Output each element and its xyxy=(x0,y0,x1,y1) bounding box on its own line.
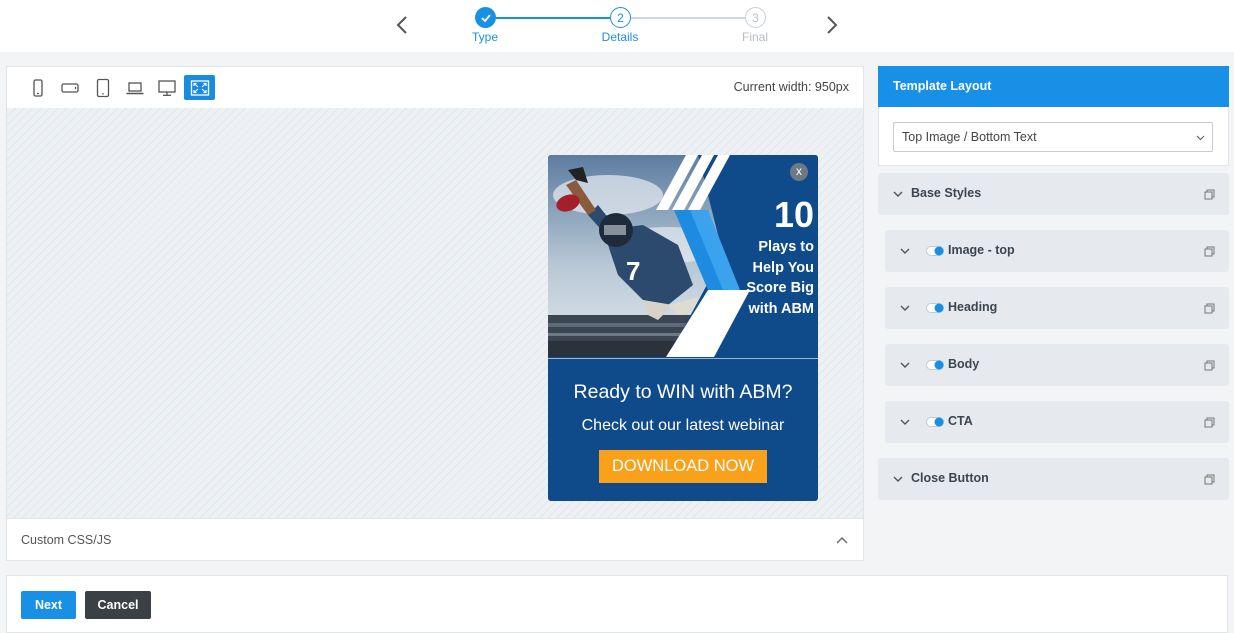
expand-icon xyxy=(190,79,209,96)
cancel-button[interactable]: Cancel xyxy=(85,591,151,619)
mobile-landscape-icon xyxy=(60,82,79,93)
device-fullscreen-button[interactable] xyxy=(184,75,215,100)
current-width-readout: Current width: 950px xyxy=(733,80,849,94)
popup-cta-button[interactable]: DOWNLOAD NOW xyxy=(599,450,767,483)
step-connector-2 xyxy=(631,17,745,19)
popup-heading: Ready to WIN with ABM? xyxy=(573,381,793,403)
image-text-line: Help You xyxy=(752,259,815,276)
section-body[interactable]: Body xyxy=(885,344,1229,386)
copy-icon[interactable] xyxy=(1204,360,1215,371)
section-label: Body xyxy=(948,357,980,371)
device-desktop-button[interactable] xyxy=(151,75,182,100)
section-close-button[interactable]: Close Button xyxy=(878,458,1229,500)
device-tablet-button[interactable] xyxy=(87,75,118,100)
copy-icon[interactable] xyxy=(1204,474,1215,485)
step-3-label: Final xyxy=(741,30,768,44)
footer-actions: Next Cancel xyxy=(6,575,1228,633)
device-mobile-landscape-button[interactable] xyxy=(54,75,85,100)
template-layout-select[interactable]: Top Image / Bottom Text xyxy=(893,122,1213,152)
device-mobile-portrait-button[interactable] xyxy=(22,75,53,100)
popup-close-button[interactable]: x xyxy=(790,163,808,181)
section-label: Base Styles xyxy=(911,186,982,200)
wizard-stepper: Type 2 Details 3 Final xyxy=(0,0,1234,52)
step-3-circle: 3 xyxy=(745,7,766,28)
section-label: Close Button xyxy=(911,471,989,485)
copy-icon[interactable] xyxy=(1204,303,1215,314)
jersey-number: 7 xyxy=(626,256,640,286)
section-heading[interactable]: Heading xyxy=(885,287,1229,329)
step-2-circle[interactable]: 2 xyxy=(610,7,631,28)
copy-icon[interactable] xyxy=(1204,417,1215,428)
next-step-button[interactable] xyxy=(822,13,842,37)
template-layout-value: Top Image / Bottom Text xyxy=(902,130,1037,144)
desktop-icon xyxy=(157,79,176,96)
image-text-line: with ABM xyxy=(748,300,814,317)
chevron-up-icon xyxy=(836,537,848,544)
preview-canvas: 7 10 Plays to Help You Score Big with AB… xyxy=(7,108,863,518)
chevron-right-icon xyxy=(827,16,838,34)
section-cta[interactable]: CTA xyxy=(885,401,1229,443)
chevron-down-icon xyxy=(1196,135,1205,141)
step-1-label[interactable]: Type xyxy=(445,30,525,44)
popup-body-text: Check out our latest webinar xyxy=(581,417,785,434)
step-connector-1 xyxy=(496,17,610,19)
chevron-down-icon xyxy=(893,476,903,482)
copy-icon[interactable] xyxy=(1204,189,1215,200)
device-laptop-button[interactable] xyxy=(119,75,150,100)
prev-step-button[interactable] xyxy=(392,13,412,37)
toggle-on-icon[interactable] xyxy=(926,246,944,256)
mobile-portrait-icon xyxy=(32,78,43,97)
popup-image-text: Plays to Help You Score Big with ABM xyxy=(724,237,814,319)
popup-image-number: 10 xyxy=(773,194,814,235)
toggle-on-icon[interactable] xyxy=(926,303,944,313)
device-toolbar: Current width: 950px xyxy=(7,67,863,108)
chevron-down-icon xyxy=(900,362,910,368)
preview-panel: Current width: 950px 7 10 Plays to Help … xyxy=(6,66,864,561)
section-label: Image - top xyxy=(948,243,1015,257)
template-layout-title: Template Layout xyxy=(878,66,1229,107)
copy-icon[interactable] xyxy=(1204,246,1215,257)
template-layout-card: Template Layout Top Image / Bottom Text xyxy=(878,66,1229,166)
section-label: CTA xyxy=(948,414,973,428)
chevron-down-icon xyxy=(893,191,903,197)
chevron-down-icon xyxy=(900,419,910,425)
section-image-top[interactable]: Image - top xyxy=(885,230,1229,272)
toggle-on-icon[interactable] xyxy=(926,360,944,370)
custom-css-js-toggle[interactable]: Custom CSS/JS xyxy=(7,518,863,560)
section-label: Heading xyxy=(948,300,998,314)
popup-body: Ready to WIN with ABM? Check out our lat… xyxy=(548,358,818,501)
popup-hero-image: 7 10 Plays to Help You Score Big with AB… xyxy=(548,155,818,357)
step-2-label[interactable]: Details xyxy=(580,30,660,44)
next-button[interactable]: Next xyxy=(21,591,76,619)
image-text-line: Score Big xyxy=(746,280,814,296)
custom-css-js-label: Custom CSS/JS xyxy=(21,533,112,547)
chevron-down-icon xyxy=(900,248,910,254)
chevron-left-icon xyxy=(396,16,407,34)
tablet-icon xyxy=(96,78,109,97)
section-base-styles[interactable]: Base Styles xyxy=(878,173,1229,215)
toggle-on-icon[interactable] xyxy=(926,417,944,427)
laptop-icon xyxy=(126,81,143,94)
popup-preview[interactable]: 7 10 Plays to Help You Score Big with AB… xyxy=(548,155,818,501)
image-text-line: Plays to xyxy=(758,239,814,255)
chevron-down-icon xyxy=(900,305,910,311)
checkmark-icon xyxy=(480,13,491,22)
step-1-circle[interactable] xyxy=(475,7,496,28)
